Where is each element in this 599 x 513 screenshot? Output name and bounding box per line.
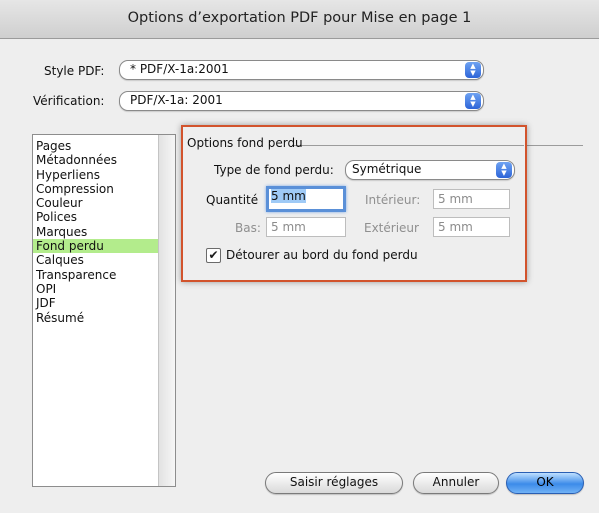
popup-arrows-icon: ▲ ▼	[465, 62, 481, 78]
bleed-type-label: Type de fond perdu:	[214, 163, 334, 177]
list-item-fond-perdu[interactable]: Fond perdu	[33, 239, 175, 254]
clip-bleed-label: Détourer au bord du fond perdu	[226, 248, 418, 262]
bleed-type-value: Symétrique	[352, 162, 422, 176]
list-item-marques[interactable]: Marques	[33, 225, 175, 239]
list-item-transparence[interactable]: Transparence	[33, 268, 175, 282]
saisir-reglages-button[interactable]: Saisir réglages	[265, 472, 403, 494]
bas-field[interactable]: 5 mm	[266, 217, 346, 237]
exterieur-label: Extérieur	[364, 221, 419, 235]
list-item-calques[interactable]: Calques	[33, 253, 175, 267]
verification-value: PDF/X-1a: 2001	[130, 93, 223, 107]
list-item-compression[interactable]: Compression	[33, 182, 175, 196]
quantite-field[interactable]: 5 mm	[266, 186, 346, 212]
style-pdf-value: * PDF/X-1a:2001	[130, 62, 229, 76]
list-item-polices[interactable]: Polices	[33, 210, 175, 224]
list-item-jdf[interactable]: JDF	[33, 296, 175, 310]
clip-bleed-checkbox[interactable]: ✔	[206, 248, 221, 263]
list-scrollbar[interactable]	[158, 135, 175, 486]
dialog-body: Style PDF: * PDF/X-1a:2001 ▲ ▼ Vérificati…	[0, 39, 599, 513]
category-list[interactable]: Pages Métadonnées Hyperliens Compression…	[32, 134, 176, 487]
list-item-couleur[interactable]: Couleur	[33, 196, 175, 210]
group-title: Options fond perdu	[187, 136, 303, 150]
list-item-pages[interactable]: Pages	[33, 139, 175, 153]
popup-arrows-icon: ▲ ▼	[496, 162, 512, 178]
checkmark-icon: ✔	[208, 248, 219, 262]
style-pdf-popup[interactable]: * PDF/X-1a:2001 ▲ ▼	[119, 60, 484, 80]
bas-label: Bas:	[235, 221, 261, 235]
list-item-hyperliens[interactable]: Hyperliens	[33, 168, 175, 182]
list-item-resume[interactable]: Résumé	[33, 311, 175, 325]
window-title: Options d’exportation PDF pour Mise en p…	[127, 10, 472, 26]
verification-popup[interactable]: PDF/X-1a: 2001 ▲ ▼	[119, 91, 484, 111]
list-item-metadonnees[interactable]: Métadonnées	[33, 153, 175, 167]
interieur-label: Intérieur:	[365, 193, 421, 207]
style-pdf-label: Style PDF:	[44, 64, 105, 78]
bleed-type-popup[interactable]: Symétrique ▲ ▼	[345, 160, 515, 180]
group-separator-line-right	[527, 145, 583, 146]
list-item-opi[interactable]: OPI	[33, 282, 175, 296]
title-bar: Options d’exportation PDF pour Mise en p…	[0, 0, 599, 39]
popup-arrows-icon: ▲ ▼	[465, 93, 481, 109]
annuler-button[interactable]: Annuler	[413, 472, 499, 494]
interieur-field[interactable]: 5 mm	[433, 189, 510, 209]
ok-button[interactable]: OK	[506, 472, 584, 494]
quantite-value: 5 mm	[271, 189, 306, 203]
exterieur-field[interactable]: 5 mm	[433, 217, 510, 237]
quantite-label: Quantité	[206, 193, 259, 207]
verification-label: Vérification:	[33, 94, 105, 108]
